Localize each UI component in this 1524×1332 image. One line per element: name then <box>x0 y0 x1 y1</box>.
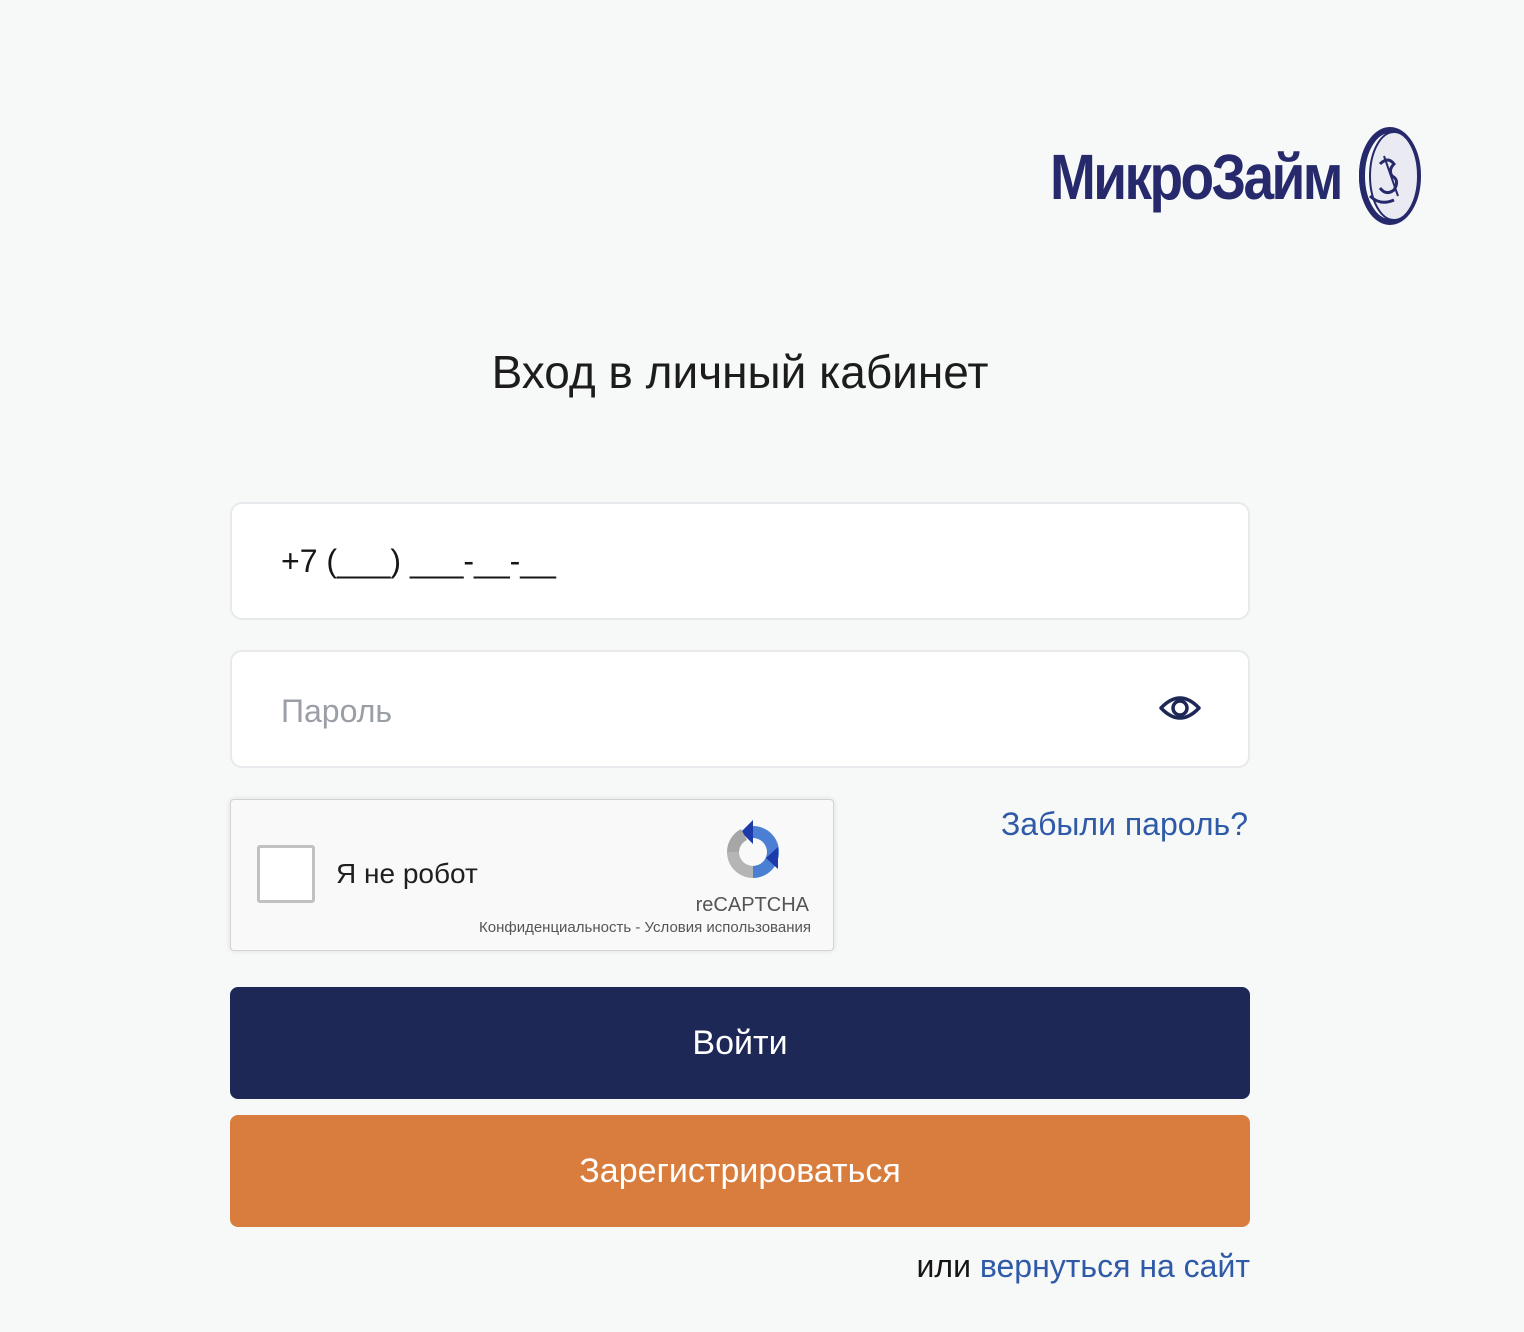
recaptcha-brand: reCAPTCHA <box>695 894 809 916</box>
back-to-site-link[interactable]: вернуться на сайт <box>980 1248 1250 1284</box>
recaptcha-separator: - <box>635 919 641 936</box>
back-to-site: или вернуться на сайт <box>917 1244 1250 1288</box>
password-input[interactable]: Пароль <box>230 650 1250 768</box>
coin-icon <box>1359 127 1421 225</box>
phone-input-value[interactable]: +7 (___) ___-__-__ <box>281 504 556 618</box>
login-page: МикроЗайм Вход в личный кабинет +7 (___)… <box>0 0 1524 1332</box>
eye-icon[interactable] <box>1158 690 1202 726</box>
forgot-password-link[interactable]: Забыли пароль? <box>1001 802 1248 846</box>
brand-logo[interactable]: МикроЗайм <box>1050 126 1422 226</box>
login-button[interactable]: Войти <box>230 987 1250 1099</box>
recaptcha-privacy-link[interactable]: Конфиденциальность <box>479 919 631 936</box>
password-placeholder[interactable]: Пароль <box>281 654 392 768</box>
recaptcha-widget: Я не робот reCAPTCHA Конфиденциальность … <box>230 799 834 951</box>
or-text: или <box>916 1248 971 1284</box>
register-button[interactable]: Зарегистрироваться <box>230 1115 1250 1227</box>
recaptcha-icon <box>727 820 779 878</box>
logo-text: МикроЗайм <box>1050 141 1343 213</box>
recaptcha-checkbox[interactable] <box>257 845 315 903</box>
recaptcha-terms-link[interactable]: Условия использования <box>645 919 812 936</box>
recaptcha-label: Я не робот <box>336 858 478 889</box>
page-title: Вход в личный кабинет <box>491 346 989 398</box>
recaptcha-links: Конфиденциальность - Условия использован… <box>479 918 811 938</box>
phone-input[interactable]: +7 (___) ___-__-__ <box>230 502 1250 620</box>
